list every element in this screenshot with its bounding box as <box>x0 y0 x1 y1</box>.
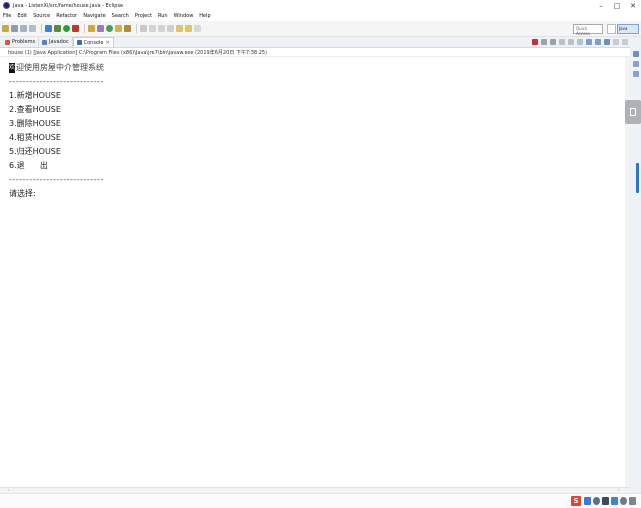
console-line-welcome: 欢迎使用房屋中介管理系统 <box>9 61 625 75</box>
menu-window[interactable]: Window <box>174 13 194 19</box>
menu-search[interactable]: Search <box>112 13 129 19</box>
console-menu-item: 4.租赁HOUSE <box>9 133 61 142</box>
pin-console-icon[interactable] <box>586 39 592 45</box>
search-icon[interactable] <box>124 25 131 32</box>
maximize-button[interactable]: □ <box>609 0 625 11</box>
word-wrap-icon[interactable] <box>577 39 583 45</box>
view-tab-bar: Problems Javadoc Console ✕ <box>0 37 630 48</box>
menu-file[interactable]: File <box>3 13 11 19</box>
moon-icon[interactable] <box>593 497 600 505</box>
menu-refactor[interactable]: Refactor <box>56 13 77 19</box>
menu-project[interactable]: Project <box>135 13 152 19</box>
console-menu-item: 2.查看HOUSE <box>9 105 61 114</box>
scroll-left-icon[interactable]: ‹ <box>8 487 10 492</box>
back-icon[interactable] <box>176 25 183 32</box>
console-prompt: 请选择: <box>9 189 36 198</box>
tab-console[interactable]: Console ✕ <box>72 37 114 47</box>
debug-icon[interactable] <box>54 25 61 32</box>
close-icon[interactable]: ✕ <box>105 40 109 46</box>
panel-icon <box>630 108 636 116</box>
open-perspective-button[interactable] <box>607 24 616 34</box>
javadoc-icon <box>42 39 48 45</box>
print-icon[interactable] <box>29 25 36 32</box>
problems-icon <box>5 39 10 45</box>
display-console-icon[interactable] <box>595 39 601 45</box>
new-icon[interactable] <box>2 25 9 32</box>
console-separator-top: ---------------------------- <box>9 77 104 86</box>
console-launch-header: house (1) [Java Application] C:\Program … <box>0 48 630 57</box>
microphone-icon[interactable] <box>602 497 609 505</box>
system-tray: S <box>0 493 641 508</box>
scroll-lock-icon[interactable] <box>568 39 574 45</box>
ime-icon[interactable]: S <box>571 496 581 506</box>
floating-panel-handle[interactable] <box>625 100 641 124</box>
console-output[interactable]: 欢迎使用房屋中介管理系统 ---------------------------… <box>0 57 625 487</box>
remove-launch-icon[interactable] <box>541 39 547 45</box>
console-icon <box>76 40 82 45</box>
maximize-view-icon[interactable] <box>622 39 628 45</box>
outline-icon[interactable] <box>633 51 639 57</box>
minimize-view-icon[interactable] <box>613 39 619 45</box>
console-menu-item: 1.新增HOUSE <box>9 91 61 100</box>
toolbar-separator <box>41 24 42 33</box>
console-menu-item: 6.退 出 <box>9 161 48 170</box>
toggle-mark-icon[interactable] <box>140 25 147 32</box>
grid-icon[interactable] <box>629 497 636 505</box>
toolbar-separator <box>136 24 137 33</box>
task-list-icon[interactable] <box>633 61 639 67</box>
menu-bar: File Edit Source Refactor Navigate Searc… <box>0 11 641 21</box>
tab-javadoc[interactable]: Javadoc <box>39 37 73 47</box>
main-toolbar: Quick Access Java <box>0 21 641 37</box>
menu-help[interactable]: Help <box>199 13 210 19</box>
new-class-icon[interactable] <box>106 25 113 32</box>
console-separator-bottom: ---------------------------- <box>9 175 104 184</box>
new-package-icon[interactable] <box>97 25 104 32</box>
keyboard-icon[interactable] <box>611 497 618 505</box>
open-type-icon[interactable] <box>115 25 122 32</box>
annotation-next-icon[interactable] <box>149 25 156 32</box>
language-icon[interactable] <box>584 497 591 505</box>
text-cursor: 欢 <box>9 62 15 73</box>
run-icon[interactable] <box>63 25 70 32</box>
tab-problems-label: Problems <box>12 39 36 45</box>
clear-console-icon[interactable] <box>559 39 565 45</box>
external-tools-icon[interactable] <box>72 25 79 32</box>
terminate-icon[interactable] <box>532 39 538 45</box>
eclipse-icon <box>3 2 10 9</box>
tab-problems[interactable]: Problems <box>2 37 40 47</box>
menu-run[interactable]: Run <box>158 13 168 19</box>
minimize-button[interactable]: – <box>593 0 609 11</box>
annotation-prev-icon[interactable] <box>158 25 165 32</box>
console-menu-item: 3.删除HOUSE <box>9 119 61 128</box>
tab-console-label: Console <box>83 39 104 46</box>
quick-access-input[interactable]: Quick Access <box>573 24 603 36</box>
console-menu-item: 5.归还HOUSE <box>9 147 61 156</box>
java-perspective-button[interactable]: Java <box>617 24 639 34</box>
toolbar-separator <box>84 24 85 33</box>
welcome-text: 迎使用房屋中介管理系统 <box>16 63 104 72</box>
last-edit-icon[interactable] <box>167 25 174 32</box>
overview-ruler-marker <box>636 163 639 193</box>
menu-navigate[interactable]: Navigate <box>83 13 105 19</box>
settings-icon[interactable] <box>620 497 627 505</box>
pin-icon[interactable] <box>194 25 201 32</box>
menu-source[interactable]: Source <box>33 13 50 19</box>
remove-all-icon[interactable] <box>550 39 556 45</box>
tab-javadoc-label: Javadoc <box>49 39 69 45</box>
menu-edit[interactable]: Edit <box>17 13 27 19</box>
save-all-icon[interactable] <box>20 25 27 32</box>
window-title: Java - ListenXi/src/fame/house.java - Ec… <box>13 2 124 9</box>
new-java-project-icon[interactable] <box>88 25 95 32</box>
console-actions <box>529 39 628 45</box>
hierarchy-icon[interactable] <box>633 71 639 77</box>
open-console-icon[interactable] <box>604 39 610 45</box>
scroll-right-icon[interactable]: › <box>618 487 620 492</box>
title-bar: Java - ListenXi/src/fame/house.java - Ec… <box>0 0 641 11</box>
close-button[interactable]: ✕ <box>625 0 641 11</box>
skip-breakpoints-icon[interactable] <box>45 25 52 32</box>
forward-icon[interactable] <box>185 25 192 32</box>
save-icon[interactable] <box>11 25 18 32</box>
